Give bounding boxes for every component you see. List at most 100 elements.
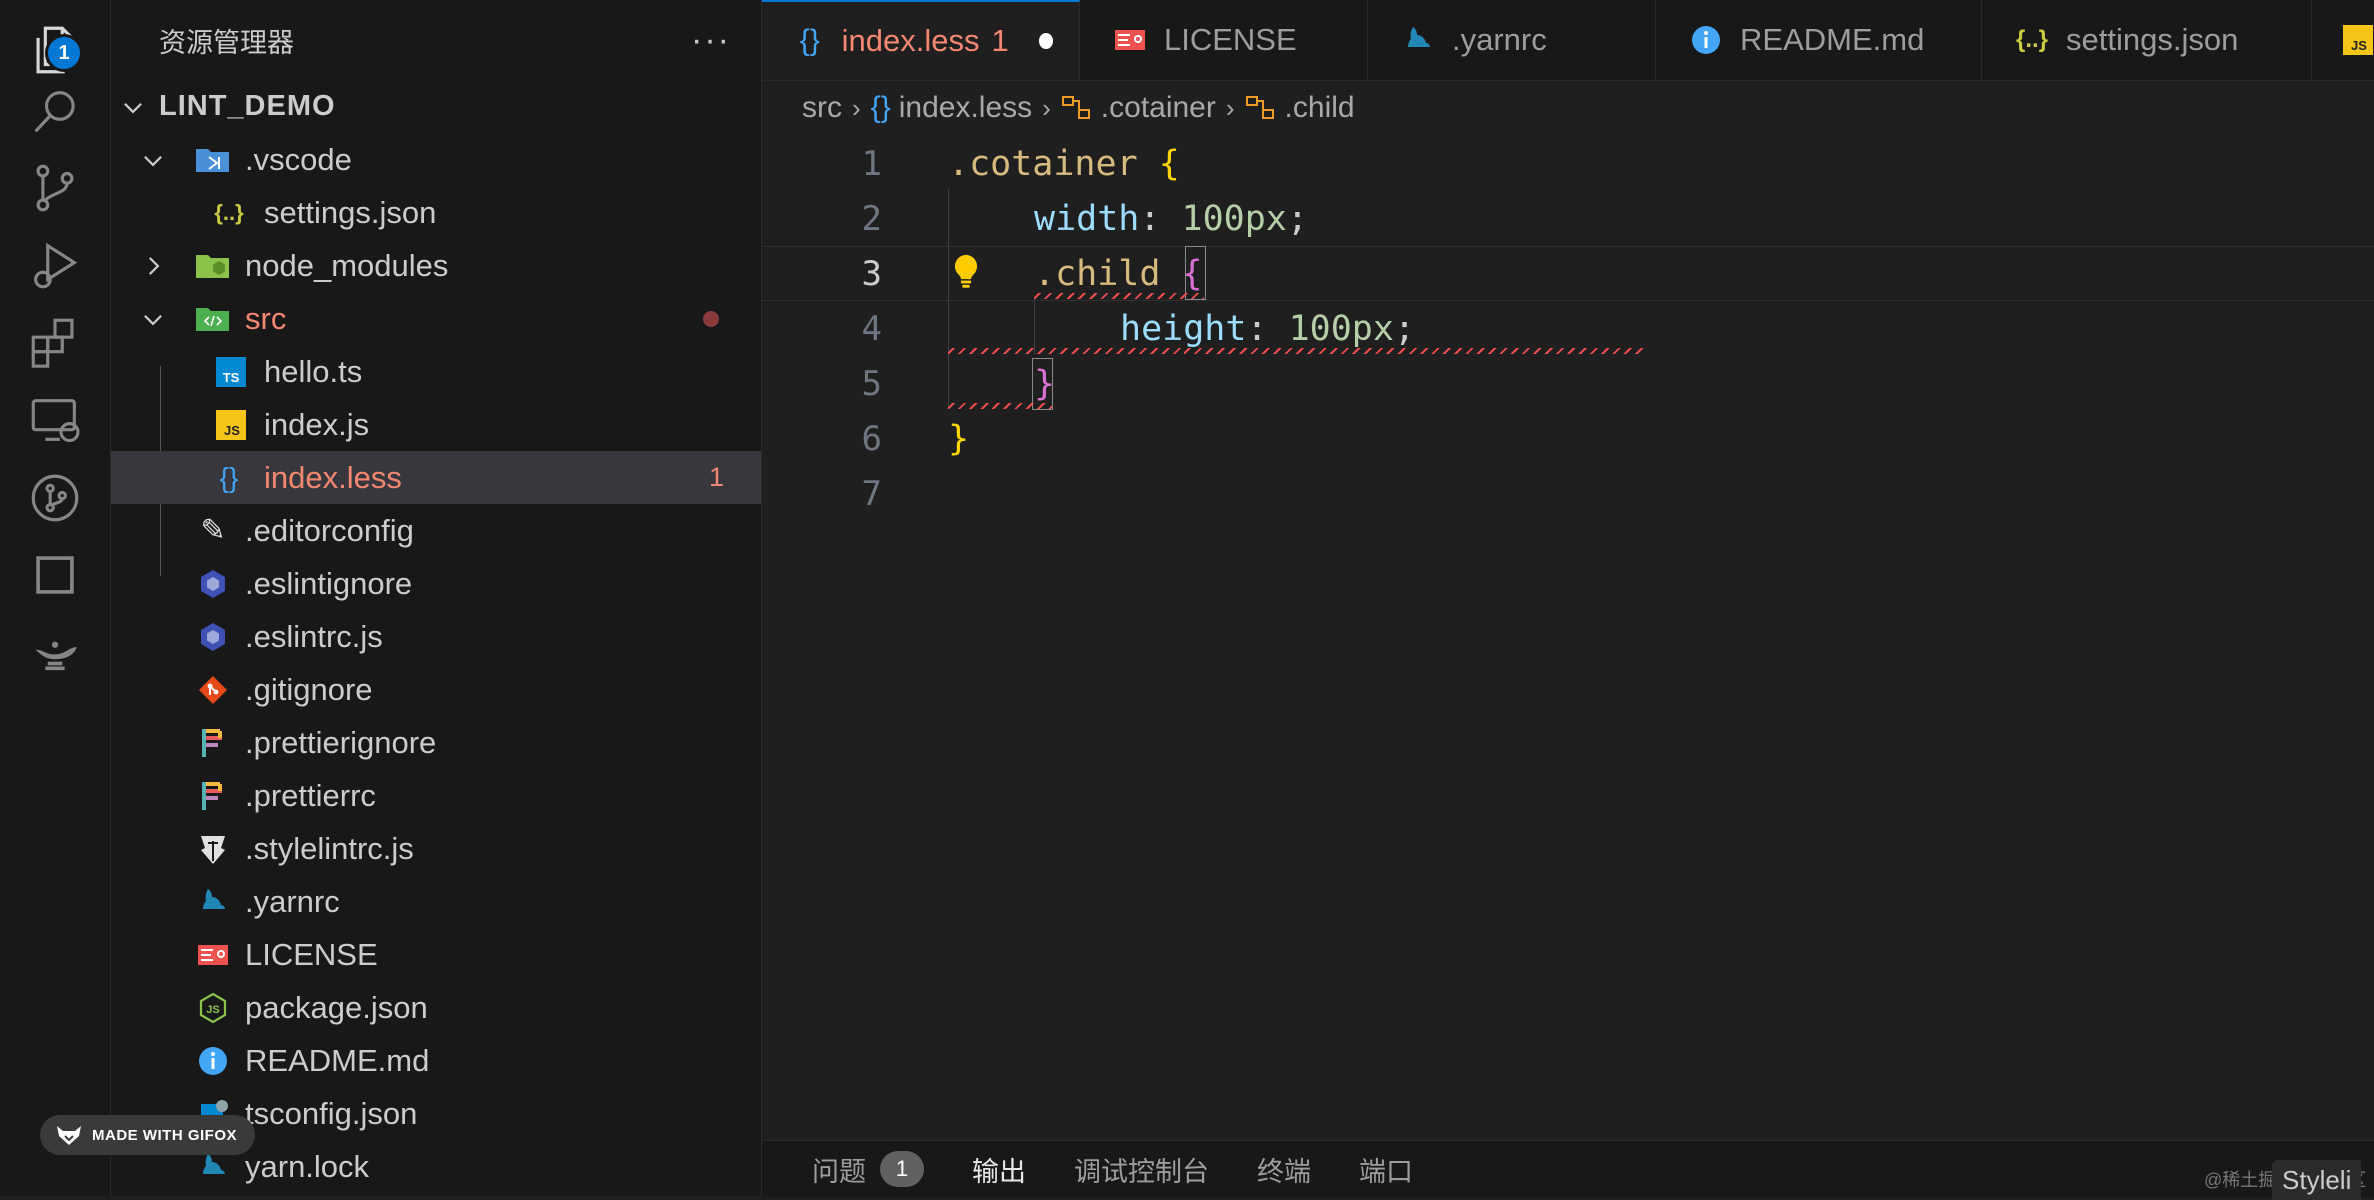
breadcrumb-child[interactable]: .child <box>1245 91 1355 125</box>
tree-item-label: node_modules <box>245 247 449 283</box>
code-line-current[interactable]: 3 .child { <box>762 246 2374 301</box>
genie-lamp-icon[interactable] <box>25 622 85 682</box>
line-number: 7 <box>861 473 882 514</box>
problem-count: 1 <box>709 462 725 492</box>
tree-item-gitignore[interactable]: .gitignore <box>111 663 761 716</box>
panel-tab-problems[interactable]: 问题 1 <box>812 1150 924 1189</box>
tree-item-label: package.json <box>245 989 428 1025</box>
tab-license[interactable]: LICENSE <box>1080 0 1368 80</box>
tree-item-label: .vscode <box>245 141 352 177</box>
tree-item-package-json[interactable]: JS package.json <box>111 981 761 1034</box>
chevron-right-icon: › <box>852 92 861 123</box>
code-editor[interactable]: 1 .cotainer { 2 width: 100px; 3 .child {… <box>762 136 2374 1136</box>
source-control-icon[interactable] <box>25 158 85 218</box>
panel-tab-output[interactable]: 输出 <box>972 1150 1026 1189</box>
tree-item-vscode[interactable]: .vscode <box>111 133 761 186</box>
more-actions-button[interactable]: ··· <box>691 21 731 60</box>
breadcrumb-index-less[interactable]: {} index.less <box>871 91 1032 125</box>
tree-item-label: .yarnrc <box>245 883 340 919</box>
code-line[interactable]: 7 <box>762 466 2374 521</box>
open-brace: { <box>1158 143 1180 184</box>
yarn-file-icon <box>1398 20 1438 60</box>
tab-label: .yarnrc <box>1452 22 1547 57</box>
vscode-folder-icon <box>195 142 231 178</box>
tree-item-index-less[interactable]: {} index.less 1 <box>111 451 761 504</box>
symbol-class-icon <box>1245 96 1274 119</box>
search-icon[interactable] <box>25 82 85 142</box>
tree-root-label: LINT_DEMO <box>159 90 336 122</box>
tab-settings-json[interactable]: {..} settings.json <box>1982 0 2312 80</box>
tree-root-lint-demo[interactable]: LINT_DEMO <box>111 80 761 133</box>
panel-tab-debug-console[interactable]: 调试控制台 <box>1074 1150 1209 1189</box>
info-icon <box>1686 20 1726 60</box>
remote-explorer-icon[interactable] <box>25 390 85 450</box>
node-folder-icon <box>195 248 231 284</box>
tree-item-src[interactable]: src <box>111 292 761 345</box>
chevron-right-icon: › <box>1225 92 1235 123</box>
css-selector: .child <box>1034 253 1161 294</box>
breadcrumb: src › {} index.less › .cotainer › .child <box>762 80 2374 136</box>
tab-js-file[interactable]: JS <box>2312 0 2374 80</box>
tree-item-eslintrc-js[interactable]: .eslintrc.js <box>111 610 761 663</box>
line-number: 1 <box>861 143 882 184</box>
panel-tab-ports[interactable]: 端口 <box>1359 1150 1413 1189</box>
error-squiggle <box>1184 348 1646 354</box>
eslint-file-icon <box>195 566 231 602</box>
tree-item-label: tsconfig.json <box>245 1095 418 1131</box>
extensions-icon[interactable] <box>25 312 85 372</box>
tree-item-prettierrc[interactable]: .prettierrc <box>111 769 761 822</box>
tab-label: LICENSE <box>1164 22 1297 57</box>
js-file-icon: JS <box>2338 20 2374 60</box>
tree-item-stylelintrc-js[interactable]: .stylelintrc.js <box>111 822 761 875</box>
tree-item-label: .stylelintrc.js <box>245 830 414 866</box>
license-file-icon <box>195 937 231 973</box>
unsaved-dot[interactable] <box>1038 33 1053 49</box>
panel-tab-label: 问题 <box>812 1156 866 1187</box>
tab-index-less[interactable]: {} index.less 1 <box>762 0 1080 80</box>
json-file-icon: {..} <box>2015 26 2048 53</box>
less-file-icon: {} <box>870 91 891 124</box>
line-number: 2 <box>861 198 882 239</box>
eslint-file-icon <box>195 619 231 655</box>
code-line[interactable]: 2 width: 100px; <box>762 191 2374 246</box>
breadcrumb-label: src <box>802 91 842 124</box>
code-line[interactable]: 1 .cotainer { <box>762 136 2374 191</box>
code-line[interactable]: 6 } <box>762 411 2374 466</box>
tree-item-editorconfig[interactable]: ✎ .editorconfig <box>111 504 761 557</box>
panel-tab-terminal[interactable]: 终端 <box>1257 1150 1311 1189</box>
src-folder-icon <box>195 301 231 337</box>
tab-problem-count: 1 <box>991 23 1009 58</box>
gifox-label: MADE WITH GIFOX <box>92 1126 237 1144</box>
tree-item-prettierignore[interactable]: .prettierignore <box>111 716 761 769</box>
square-icon[interactable] <box>25 545 85 605</box>
tab-yarnrc[interactable]: .yarnrc <box>1368 0 1656 80</box>
less-file-icon: {} <box>219 461 239 493</box>
run-debug-icon[interactable] <box>25 235 85 295</box>
activity-bar: 1 <box>0 0 111 1196</box>
license-file-icon <box>1110 20 1150 60</box>
lightbulb-icon[interactable] <box>948 252 984 292</box>
error-squiggle <box>948 348 1184 354</box>
explorer-badge: 1 <box>45 34 83 72</box>
svg-text:TS: TS <box>223 370 240 385</box>
tree-item-yarnrc[interactable]: .yarnrc <box>111 875 761 928</box>
prettier-file-icon <box>195 778 231 814</box>
breadcrumb-cotainer[interactable]: .cotainer <box>1061 91 1216 125</box>
line-number: 3 <box>861 253 882 294</box>
line-number: 4 <box>861 308 882 349</box>
tree-item-settings-json[interactable]: {..} settings.json <box>111 186 761 239</box>
tree-item-hello-ts[interactable]: TS hello.ts <box>111 345 761 398</box>
tree-item-license[interactable]: LICENSE <box>111 928 761 981</box>
tree-item-index-js[interactable]: JS index.js <box>111 398 761 451</box>
js-file-icon: JS <box>213 407 249 443</box>
tree-item-node-modules[interactable]: node_modules <box>111 239 761 292</box>
tab-readme-md[interactable]: README.md <box>1656 0 1982 80</box>
tree-item-readme-md[interactable]: README.md <box>111 1034 761 1087</box>
breadcrumb-src[interactable]: src <box>802 91 842 125</box>
breadcrumb-label: .child <box>1284 91 1355 124</box>
svg-text:JS: JS <box>224 423 240 438</box>
stylelint-output-selector[interactable]: Styleli <box>2272 1160 2362 1200</box>
git-graph-icon[interactable] <box>25 468 85 528</box>
tree-item-eslintignore[interactable]: .eslintignore <box>111 557 761 610</box>
breadcrumb-label: .cotainer <box>1100 91 1216 124</box>
